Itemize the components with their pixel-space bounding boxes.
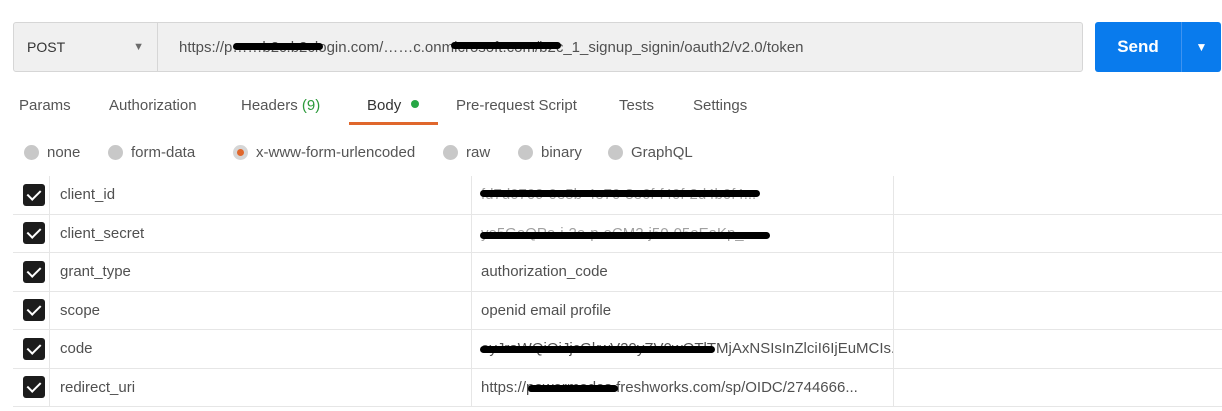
chevron-down-icon: ▼ (133, 41, 144, 53)
send-options-button[interactable]: ▼ (1182, 22, 1221, 72)
radio-icon (518, 144, 533, 160)
radio-label: x-www-form-urlencoded (256, 143, 416, 161)
body-type-binary[interactable]: binary (518, 143, 608, 161)
redaction-mark (528, 384, 618, 392)
radio-label: GraphQL (631, 143, 693, 161)
key-cell[interactable]: scope (50, 291, 472, 329)
body-type-none[interactable]: none (24, 143, 108, 161)
radio-label: binary (541, 143, 582, 161)
row-checkbox-cell (13, 368, 50, 406)
body-type-form-data[interactable]: form-data (108, 143, 233, 161)
table-row: client_id fd7d0709-0e5b-4e70-8e6f-f40f-2… (13, 176, 1222, 215)
body-indicator-dot (411, 100, 420, 109)
table-row: grant_type authorization_code (13, 253, 1222, 292)
value-cell[interactable]: openid email profile (472, 291, 894, 329)
table-row: client_secret yo5GeQPo-i-2e-p-oCM2-j50-0… (13, 214, 1222, 253)
tab-tests[interactable]: Tests (619, 92, 693, 126)
radio-icon (443, 144, 458, 160)
tab-authorization[interactable]: Authorization (109, 92, 241, 126)
headers-count-badge: (9) (301, 97, 321, 114)
row-checkbox-cell (13, 330, 50, 368)
description-cell[interactable] (894, 253, 1222, 291)
row-checkbox-cell (13, 253, 50, 291)
tab-label: Settings (693, 97, 748, 114)
tab-label: Params (19, 97, 71, 114)
radio-selected-icon (233, 144, 248, 160)
tab-body[interactable]: Body (367, 92, 456, 126)
description-cell[interactable] (894, 215, 1222, 253)
request-tabs: Params Authorization Headers (9) Body Pr… (19, 92, 763, 126)
tab-label: Tests (619, 97, 655, 114)
tab-label: Body (367, 97, 402, 114)
url-input[interactable]: https://p……b2c.b2clogin.com/……c.onmicros… (158, 23, 1082, 71)
method-select[interactable]: POST ▼ (14, 23, 158, 71)
chevron-down-icon: ▼ (1195, 40, 1208, 54)
body-type-x-www-form-urlencoded[interactable]: x-www-form-urlencoded (233, 143, 443, 161)
checkbox[interactable] (23, 299, 45, 322)
active-tab-underline (349, 122, 438, 125)
checkbox[interactable] (23, 337, 45, 360)
table-row: scope openid email profile (13, 291, 1222, 330)
row-checkbox-cell (13, 291, 50, 329)
radio-label: none (47, 143, 81, 161)
radio-icon (608, 144, 623, 160)
description-cell[interactable] (894, 369, 1222, 407)
key-cell[interactable]: code (50, 330, 472, 368)
redaction-mark (480, 190, 760, 197)
request-bar: POST ▼ https://p……b2c.b2clogin.com/……c.o… (13, 22, 1083, 72)
value-cell[interactable]: eyJraWQiOiJjcGkwV29yZV0wOTlTMjAxNSIsInZl… (472, 330, 894, 368)
key-cell[interactable]: redirect_uri (50, 368, 472, 406)
checkbox[interactable] (23, 376, 45, 399)
radio-label: raw (466, 143, 491, 161)
body-type-raw[interactable]: raw (443, 143, 518, 161)
row-checkbox-cell (13, 214, 50, 252)
description-cell[interactable] (894, 176, 1222, 214)
key-cell[interactable]: client_secret (50, 214, 472, 252)
postman-request-view: POST ▼ https://p……b2c.b2clogin.com/……c.o… (0, 0, 1222, 411)
tab-headers[interactable]: Headers (9) (241, 92, 367, 126)
body-type-graphql[interactable]: GraphQL (608, 143, 708, 161)
row-checkbox-cell (13, 176, 50, 214)
tab-settings[interactable]: Settings (693, 92, 763, 126)
tab-label: Pre-request Script (456, 97, 577, 114)
send-button-group: Send ▼ (1095, 22, 1221, 72)
radio-icon (108, 144, 123, 160)
body-type-selector: none form-data x-www-form-urlencoded raw… (24, 143, 708, 161)
redaction-mark (233, 43, 323, 50)
value-cell[interactable]: fd7d0709-0e5b-4e70-8e6f-f40f-2d4b0f4... (472, 176, 894, 214)
checkbox[interactable] (23, 183, 45, 206)
tab-label: Headers (241, 97, 298, 114)
send-button[interactable]: Send (1095, 22, 1181, 72)
method-label: POST (27, 39, 66, 55)
tab-pre-request-script[interactable]: Pre-request Script (456, 92, 619, 126)
redaction-mark (480, 346, 715, 353)
radio-icon (24, 144, 39, 160)
value-cell[interactable]: https://powermodes.freshworks.com/sp/OID… (472, 368, 894, 406)
tab-params[interactable]: Params (19, 92, 109, 126)
tab-label: Authorization (109, 97, 197, 114)
params-table: client_id fd7d0709-0e5b-4e70-8e6f-f40f-2… (13, 176, 1222, 407)
radio-label: form-data (131, 143, 196, 161)
table-row: redirect_uri https://powermodes.freshwor… (13, 368, 1222, 407)
checkbox[interactable] (23, 260, 45, 283)
value-cell[interactable]: yo5GeQPo-i-2e-p-oCM2-j50-05oEaKp_ (472, 214, 894, 252)
description-cell[interactable] (894, 330, 1222, 368)
table-row: code eyJraWQiOiJjcGkwV29yZV0wOTlTMjAxNSI… (13, 330, 1222, 369)
redaction-mark (451, 42, 561, 49)
checkbox[interactable] (23, 222, 45, 245)
description-cell[interactable] (894, 292, 1222, 330)
value-cell[interactable]: authorization_code (472, 253, 894, 291)
key-cell[interactable]: grant_type (50, 253, 472, 291)
redaction-mark (480, 231, 770, 239)
key-cell[interactable]: client_id (50, 176, 472, 214)
